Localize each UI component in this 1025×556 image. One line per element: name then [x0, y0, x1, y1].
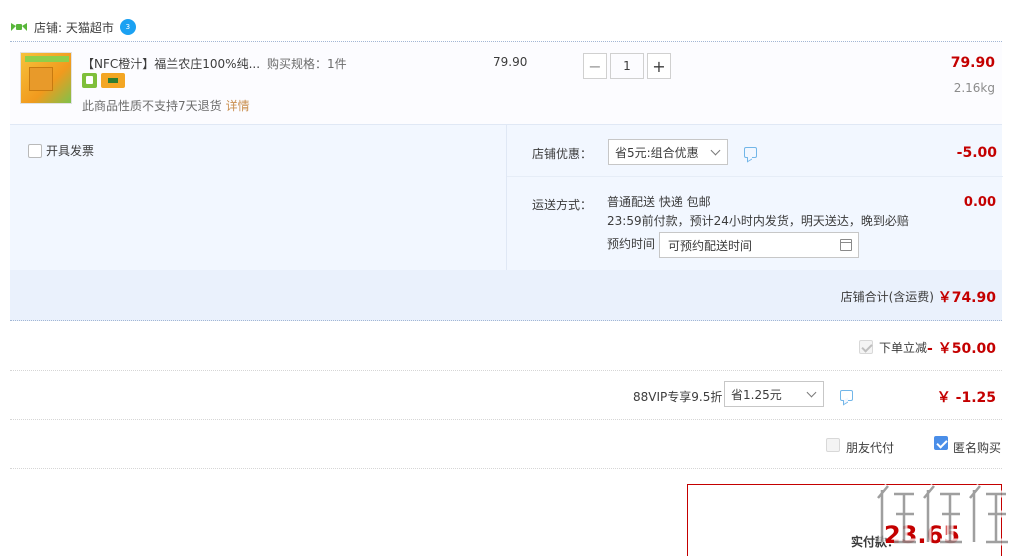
shipping-label: 运送方式：: [532, 198, 593, 212]
vip-message-icon[interactable]: [840, 390, 853, 401]
unit-price: 79.90: [493, 55, 528, 69]
quantity-input[interactable]: 1: [610, 53, 644, 79]
shop-promo-row: 店铺优惠： 省5元:组合优惠 -5.00: [507, 125, 1003, 177]
payment-value: 23.65: [884, 521, 960, 549]
shop-promo-label: 店铺优惠：: [532, 147, 593, 161]
shop-subtotal-row: 店铺合计(含运费) ￥74.90: [10, 270, 1002, 321]
service-guarantee-icon: [82, 73, 97, 88]
reserve-time-input[interactable]: 可预约配送时间: [659, 232, 859, 258]
shop-promo-shipping: 店铺优惠： 省5元:组合优惠 -5.00 运送方式： 普通配送 快递 包邮 23…: [506, 125, 1003, 271]
shop-promo-amount: -5.00: [956, 145, 997, 161]
chevron-down-icon: [806, 387, 817, 398]
return-policy-detail-link[interactable]: 详情: [226, 99, 250, 113]
quantity-stepper: − 1 +: [583, 53, 671, 79]
return-policy-note: 此商品性质不支持7天退货 详情: [82, 99, 250, 113]
chevron-down-icon: [710, 145, 721, 156]
shop-subtotal-label: 店铺合计(含运费): [840, 290, 934, 304]
item-total-price: 79.90: [950, 55, 995, 71]
anonymous-purchase-label: 匿名购买: [953, 441, 1002, 455]
product-spec: 购买规格：1件: [267, 57, 347, 71]
friend-pay-label: 朋友代付: [846, 441, 895, 455]
shop-options-panel: 开具发票 店铺优惠： 省5元:组合优惠 -5.00 运送方式： 普通配送 快递 …: [10, 124, 1003, 271]
cart-item-row: 【NFC橙汁】福兰农庄100%纯... 购买规格：1件 此商品性质不支持7天退货…: [10, 41, 1002, 124]
product-thumbnail[interactable]: [20, 52, 72, 104]
friend-pay-checkbox[interactable]: [826, 438, 840, 452]
shop-promo-select[interactable]: 省5元:组合优惠: [608, 139, 728, 165]
tmall-shop-icon: [10, 20, 28, 34]
order-discount-checkbox[interactable]: [859, 340, 873, 354]
quantity-increase-button[interactable]: +: [647, 53, 671, 79]
payment-options-row: 朋友代付 匿名购买: [10, 420, 1002, 469]
wangwang-chat-icon[interactable]: 3: [119, 19, 136, 35]
shipping-method: 普通配送 快递 包邮: [607, 195, 711, 209]
promo-message-icon[interactable]: [744, 147, 757, 158]
order-discount-row: 下单立减 - ￥50.00: [10, 322, 1002, 371]
product-title[interactable]: 【NFC橙汁】福兰农庄100%纯...: [82, 55, 260, 72]
vip-discount-select[interactable]: 省1.25元: [724, 381, 824, 407]
item-weight: 2.16kg: [953, 81, 995, 95]
shipping-eta: 23:59前付款，预计24小时内发货，明天送达，晚到必赔: [607, 214, 909, 228]
vip-discount-row: 88VIP专享9.5折 省1.25元 ￥ -1.25: [10, 371, 1002, 420]
calendar-icon: [840, 239, 852, 251]
card-payment-icon: [101, 73, 125, 88]
anonymous-purchase-checkbox[interactable]: [934, 436, 948, 450]
vip-discount-label: 88VIP专享9.5折: [633, 390, 723, 404]
invoice-checkbox[interactable]: [28, 143, 42, 158]
order-discount-value: - ￥50.00: [927, 341, 996, 357]
shop-header: 店铺: 天猫超市 3: [10, 14, 136, 40]
invoice-option[interactable]: 开具发票: [28, 142, 94, 159]
payment-summary-box: 实付款： 23.65: [687, 484, 1002, 556]
vip-discount-value: ￥ -1.25: [936, 390, 996, 406]
shop-name[interactable]: 店铺: 天猫超市: [34, 19, 114, 36]
invoice-label: 开具发票: [46, 144, 95, 158]
reserve-time-label: 预约时间: [607, 237, 656, 251]
shop-subtotal-value: ￥74.90: [937, 290, 996, 306]
product-service-icons: [82, 73, 125, 88]
shipping-amount: 0.00: [963, 195, 996, 210]
order-discount-label: 下单立减: [879, 341, 928, 355]
quantity-decrease-button[interactable]: −: [583, 53, 607, 79]
